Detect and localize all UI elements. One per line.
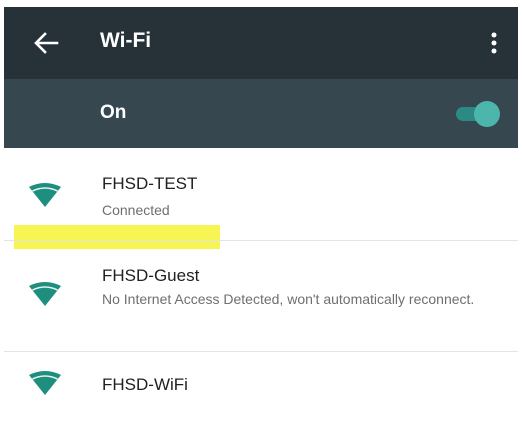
wifi-signal-icon	[29, 282, 61, 306]
more-vert-icon[interactable]	[484, 29, 504, 57]
network-status: No Internet Access Detected, won't autom…	[102, 291, 475, 307]
network-name: FHSD-WiFi	[102, 375, 188, 394]
app-bar: Wi-Fi	[4, 7, 518, 79]
wifi-toggle-switch[interactable]	[454, 101, 500, 127]
arrow-back-icon[interactable]	[32, 31, 60, 55]
network-name: FHSD-TEST	[102, 174, 198, 193]
wifi-signal-icon	[29, 183, 61, 207]
network-item-fhsd-wifi[interactable]: FHSD-WiFi	[4, 352, 518, 402]
wifi-settings-screen: Wi-Fi On FHSD-TEST Connected FHSD-Guest …	[0, 0, 522, 427]
wifi-signal-icon	[29, 371, 61, 395]
wifi-toggle-bar[interactable]: On	[4, 79, 518, 148]
network-item-fhsd-test[interactable]: FHSD-TEST Connected	[4, 148, 518, 241]
wifi-toggle-label: On	[100, 102, 127, 123]
network-list: FHSD-TEST Connected FHSD-Guest No Intern…	[4, 148, 518, 402]
page-title: Wi-Fi	[100, 29, 152, 52]
toggle-thumb	[474, 101, 500, 127]
network-status: Connected	[102, 202, 170, 218]
network-name: FHSD-Guest	[102, 266, 200, 285]
network-item-fhsd-guest[interactable]: FHSD-Guest No Internet Access Detected, …	[4, 241, 518, 352]
